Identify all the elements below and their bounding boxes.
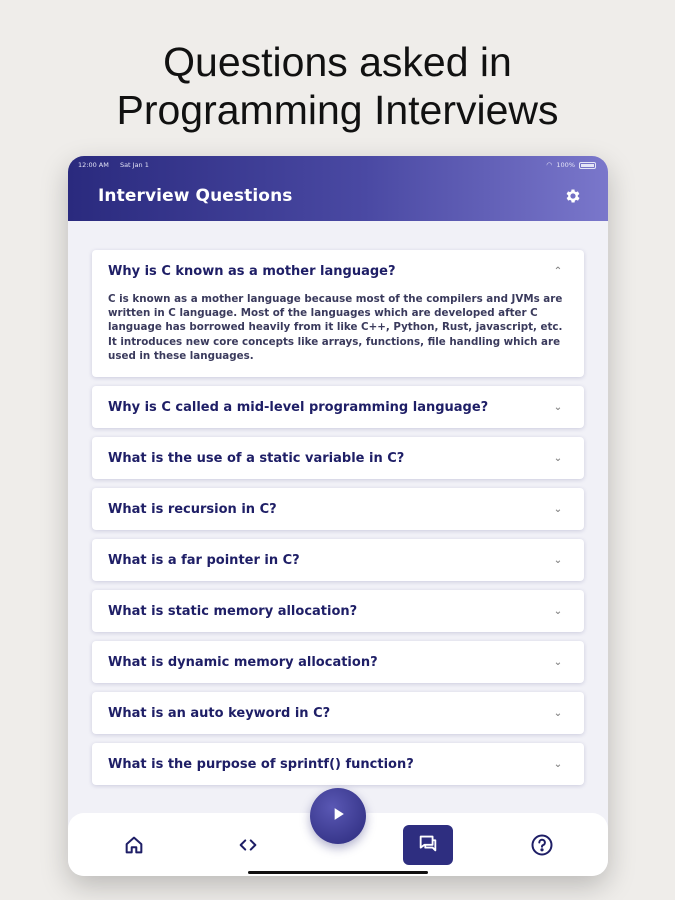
tablet-screen: 12:00 AM Sat Jan 1 ◠ 100% Interview Ques… [68, 156, 608, 876]
question-text: What is an auto keyword in C? [108, 705, 331, 721]
battery-icon [579, 161, 596, 169]
gear-icon[interactable] [563, 186, 583, 206]
question-header[interactable]: Why is C known as a mother language? ⌃ [92, 250, 584, 292]
question-text: What is the purpose of sprintf() functio… [108, 756, 414, 772]
chevron-down-icon[interactable]: ⌄ [552, 708, 564, 719]
battery-percent: 100% [556, 161, 575, 169]
chat-icon [416, 832, 440, 858]
question-text: What is static memory allocation? [108, 603, 358, 619]
app-bar: 12:00 AM Sat Jan 1 ◠ 100% Interview Ques… [68, 156, 608, 221]
question-list: Why is C known as a mother language? ⌃ C… [92, 250, 584, 794]
wifi-icon: ◠ [546, 161, 553, 169]
question-text: What is the use of a static variable in … [108, 450, 405, 466]
chevron-down-icon[interactable]: ⌄ [552, 504, 564, 515]
status-time: 12:00 AM [78, 161, 109, 169]
answer-text: C is known as a mother language because … [108, 293, 563, 362]
question-header[interactable]: What is the purpose of sprintf() functio… [92, 743, 584, 785]
headline-line-1: Questions asked in [163, 39, 512, 85]
question-card[interactable]: Why is C known as a mother language? ⌃ C… [92, 250, 584, 378]
status-bar: 12:00 AM Sat Jan 1 ◠ 100% [78, 159, 596, 171]
question-header[interactable]: What is recursion in C? ⌄ [92, 488, 584, 530]
question-header[interactable]: What is an auto keyword in C? ⌄ [92, 692, 584, 734]
question-header[interactable]: What is a far pointer in C? ⌄ [92, 539, 584, 581]
question-header[interactable]: What is the use of a static variable in … [92, 437, 584, 479]
chevron-down-icon[interactable]: ⌄ [552, 606, 564, 617]
chevron-down-icon[interactable]: ⌄ [552, 402, 564, 413]
question-text: Why is C called a mid-level programming … [108, 399, 489, 415]
question-header[interactable]: Why is C called a mid-level programming … [92, 386, 584, 428]
headline-line-2: Programming Interviews [116, 87, 559, 133]
question-text: What is recursion in C? [108, 501, 277, 517]
question-card[interactable]: What is the use of a static variable in … [92, 437, 584, 480]
play-icon [328, 804, 348, 828]
question-card[interactable]: Why is C called a mid-level programming … [92, 386, 584, 429]
code-icon[interactable] [234, 831, 262, 859]
home-icon[interactable] [120, 831, 148, 859]
chevron-down-icon[interactable]: ⌄ [552, 759, 564, 770]
status-date: Sat Jan 1 [119, 161, 149, 169]
chevron-up-icon[interactable]: ⌃ [552, 266, 564, 277]
question-card[interactable]: What is a far pointer in C? ⌄ [92, 539, 584, 582]
question-text: Why is C known as a mother language? [108, 263, 396, 279]
question-text: What is dynamic memory allocation? [108, 654, 378, 670]
question-text: What is a far pointer in C? [108, 552, 300, 568]
question-header[interactable]: What is dynamic memory allocation? ⌄ [92, 641, 584, 683]
question-header[interactable]: What is static memory allocation? ⌄ [92, 590, 584, 632]
home-indicator [248, 871, 428, 874]
chevron-down-icon[interactable]: ⌄ [552, 657, 564, 668]
promo-headline: Questions asked in Programming Interview… [0, 38, 675, 134]
nav-active-chat[interactable] [403, 825, 453, 865]
question-card[interactable]: What is recursion in C? ⌄ [92, 488, 584, 531]
chevron-down-icon[interactable]: ⌄ [552, 453, 564, 464]
help-icon[interactable] [528, 831, 556, 859]
question-card[interactable]: What is the purpose of sprintf() functio… [92, 743, 584, 786]
question-card[interactable]: What is static memory allocation? ⌄ [92, 590, 584, 633]
question-card[interactable]: What is dynamic memory allocation? ⌄ [92, 641, 584, 684]
chevron-down-icon[interactable]: ⌄ [552, 555, 564, 566]
app-title: Interview Questions [98, 186, 293, 206]
play-button[interactable] [310, 788, 366, 844]
question-card[interactable]: What is an auto keyword in C? ⌄ [92, 692, 584, 735]
